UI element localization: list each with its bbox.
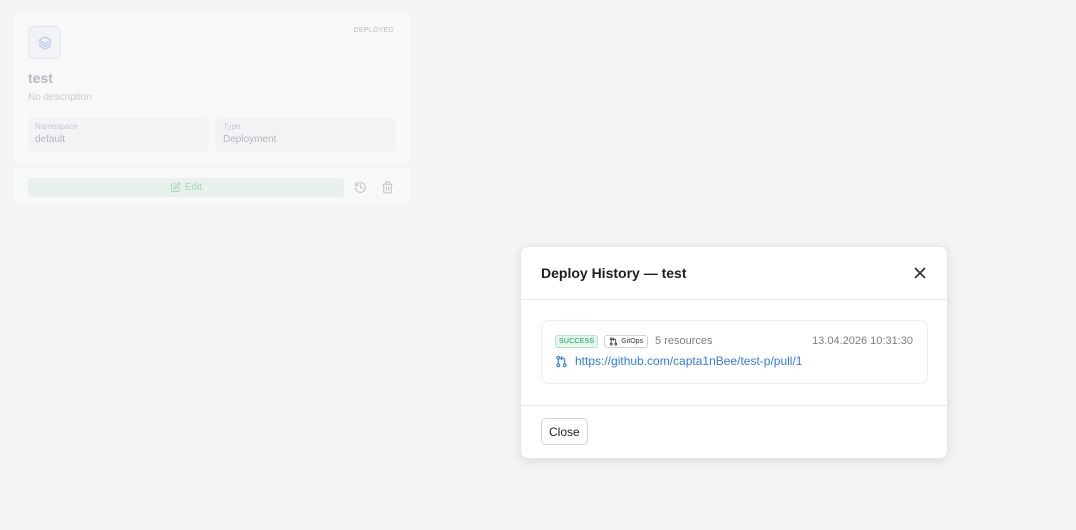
history-icon [354, 181, 366, 193]
history-entry: SUCCESS GitOps 5 resources 13.04.2026 10… [541, 320, 928, 384]
namespace-value: default [35, 134, 66, 145]
deployment-status-badge: DEPLOYED [353, 27, 394, 34]
modal-footer: Close [521, 406, 947, 458]
pull-request-link[interactable]: https://github.com/capta1nBee/test-p/pul… [575, 354, 802, 368]
entry-meta-row: SUCCESS GitOps 5 resources 13.04.2026 10… [555, 333, 913, 349]
type-field: Type Deployment [216, 118, 396, 152]
modal-header: Deploy History — test [521, 247, 947, 300]
modal-title: Deploy History — test [541, 265, 687, 281]
delete-button[interactable] [380, 180, 394, 194]
layers-icon [37, 35, 52, 50]
trash-icon [381, 181, 393, 193]
entry-link-row: https://github.com/capta1nBee/test-p/pul… [555, 354, 802, 368]
namespace-label: Namespace [35, 122, 78, 131]
modal-body: SUCCESS GitOps 5 resources 13.04.2026 10… [521, 300, 947, 406]
resource-count: 5 resources [655, 335, 713, 347]
edit-button[interactable]: Edit [28, 178, 344, 197]
type-label: Type [223, 122, 241, 131]
source-badge-label: GitOps [621, 337, 644, 345]
modal-close-icon-button[interactable] [913, 266, 927, 280]
entry-timestamp: 13.04.2026 10:31:30 [812, 335, 913, 347]
git-pull-request-icon [556, 355, 567, 367]
git-pull-request-icon [610, 337, 618, 345]
edit-icon [170, 182, 181, 193]
deployment-description: No description [28, 92, 92, 103]
status-badge: SUCCESS [555, 334, 599, 348]
edit-button-label: Edit [184, 182, 203, 193]
card-divider [14, 166, 410, 167]
type-value: Deployment [223, 134, 277, 145]
deployment-icon-box [28, 26, 61, 59]
deployment-card: DEPLOYED test No description Namespace d… [14, 10, 410, 206]
namespace-field: Namespace default [28, 118, 209, 152]
close-button[interactable]: Close [541, 418, 588, 445]
close-icon [914, 267, 926, 279]
history-button[interactable] [353, 180, 367, 194]
deployment-title: test [28, 70, 53, 86]
source-badge: GitOps [604, 334, 649, 348]
deploy-history-modal: Deploy History — test SUCCESS GitOps 5 r… [520, 246, 948, 459]
